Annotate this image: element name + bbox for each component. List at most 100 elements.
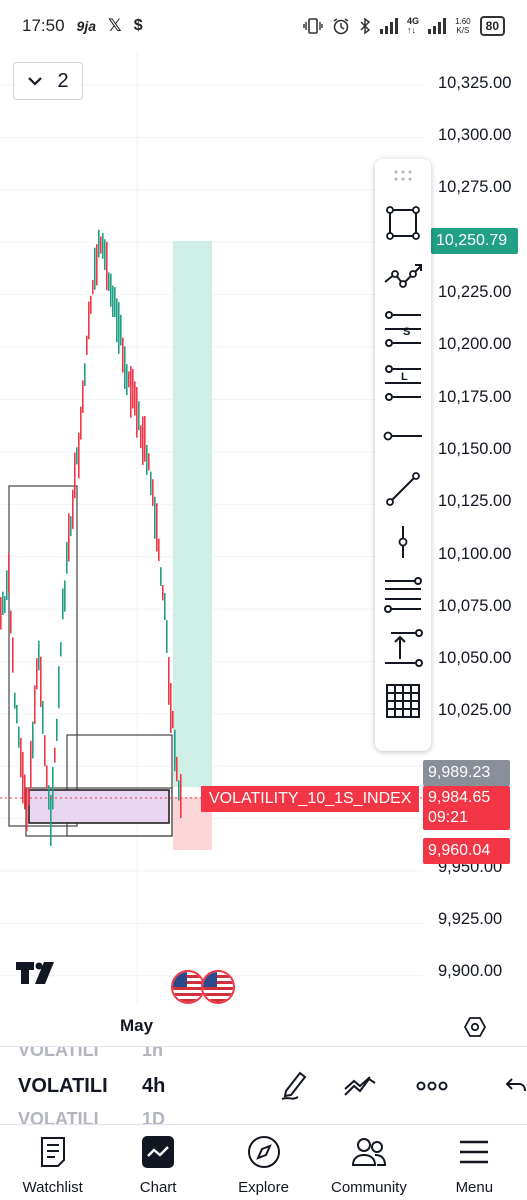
price-axis-label: 10,275.00 (438, 178, 512, 196)
tradingview-logo[interactable] (16, 962, 62, 984)
long-position-tool-button[interactable]: L (375, 357, 431, 409)
candle (6, 570, 8, 600)
brush-icon[interactable] (280, 1069, 308, 1103)
candle (104, 239, 106, 270)
candle (16, 704, 18, 724)
tab-menu[interactable]: Menu (422, 1125, 527, 1200)
candle (154, 496, 156, 539)
candle (2, 591, 4, 615)
tab-bar: Watchlist Chart Explore Community Menu (0, 1124, 527, 1200)
tab-label: Watchlist (22, 1179, 83, 1196)
time-axis-label: May (120, 1016, 154, 1035)
indicators-icon[interactable] (343, 1075, 377, 1099)
last-price-tag: 9,984.65 09:21 (423, 786, 510, 830)
price-axis-label: 10,200.00 (438, 335, 512, 353)
undo-icon[interactable] (504, 1075, 526, 1097)
tab-watchlist[interactable]: Watchlist (0, 1125, 105, 1200)
candle (166, 620, 168, 653)
horizontal-ray-tool-button[interactable] (375, 410, 431, 462)
status-bar: 17:50 9ja 𝕏 $ 4G ↑↓ 1.60 K/S 80 (0, 0, 527, 52)
bar-countdown: 09:21 (428, 809, 469, 826)
9ja-icon: 9ja (76, 18, 97, 34)
candle (86, 335, 88, 355)
price-axis-label: 10,100.00 (438, 545, 512, 563)
chart-area[interactable]: 2 10,325.00 10,300.00 10,275.00 10,225.0… (0, 52, 527, 1004)
symbol-interval-picker[interactable]: VOLATILI 1h VOLATILI 4h VOLATILI 1D (18, 1047, 178, 1124)
compass-icon (247, 1136, 280, 1168)
candle (26, 787, 28, 831)
stop-price-tag: 9,960.04 (423, 838, 510, 864)
settings-icon[interactable] (464, 1016, 486, 1038)
price-axis-label: 10,050.00 (438, 649, 512, 667)
candle (64, 580, 66, 612)
candle (106, 241, 108, 291)
candle (8, 554, 10, 593)
price-axis-label: 10,125.00 (438, 492, 512, 510)
parallel-channel-icon (384, 577, 422, 613)
candle (160, 567, 162, 586)
price-axis-label: 10,025.00 (438, 701, 512, 719)
short-position-icon: S (385, 311, 421, 347)
trend-line-tool-button[interactable] (375, 463, 431, 515)
candle (142, 416, 144, 465)
candle (34, 685, 36, 725)
entry-price-tag: 9,989.23 (423, 760, 510, 786)
target-price-tag: 10,250.79 (431, 228, 518, 254)
price-axis-label: 10,300.00 (438, 126, 512, 144)
interval-toggle-button[interactable]: 2 (13, 62, 83, 100)
grid-tool-button[interactable] (375, 675, 431, 727)
candle (176, 756, 178, 782)
symbol-option[interactable]: VOLATILI (18, 1109, 99, 1124)
symbol-tag: VOLATILITY_10_1S_INDEX (201, 786, 420, 812)
candle (92, 280, 94, 295)
price-axis-label: 10,225.00 (438, 283, 512, 301)
candle (46, 765, 48, 789)
price-range-icon (385, 629, 423, 667)
more-icon[interactable] (416, 1081, 448, 1091)
economic-events[interactable] (171, 970, 235, 1004)
long-position-icon: L (385, 365, 421, 401)
grid-icon (386, 684, 420, 718)
price-axis-label: 9,925.00 (438, 910, 503, 928)
candle (0, 596, 2, 630)
candle (74, 452, 76, 499)
interval-option[interactable]: 1h (142, 1047, 163, 1061)
candle (52, 766, 54, 810)
tab-community[interactable]: Community (316, 1125, 421, 1200)
symbol-selector[interactable]: VOLATILI (18, 1075, 108, 1098)
alarm-icon (333, 18, 349, 35)
candle (130, 366, 132, 418)
candle (170, 683, 172, 733)
bottom-toolbar: VOLATILI 1h VOLATILI 4h VOLATILI 1D (0, 1046, 527, 1124)
us-flag-icon[interactable] (201, 970, 235, 1004)
candle (80, 406, 82, 440)
candle (66, 541, 68, 574)
candle (62, 588, 64, 620)
candle (20, 737, 22, 778)
candle (128, 371, 130, 388)
price-axis-label: 10,175.00 (438, 388, 512, 406)
bluetooth-icon (360, 17, 371, 35)
interval-option[interactable]: 1D (142, 1109, 165, 1124)
candle (28, 788, 30, 806)
candle (114, 287, 116, 317)
path-tool-button[interactable] (375, 250, 431, 302)
candle (118, 302, 120, 354)
candle (32, 721, 34, 759)
short-position-tool-button[interactable]: S (375, 303, 431, 355)
candle (164, 593, 166, 621)
vertical-line-tool-button[interactable] (375, 516, 431, 568)
us-flag-icon[interactable] (171, 970, 205, 1004)
parallel-channel-tool-button[interactable] (375, 569, 431, 621)
rectangle-tool-button[interactable] (375, 197, 431, 249)
interval-selector[interactable]: 4h (142, 1075, 165, 1098)
symbol-option[interactable]: VOLATILI (18, 1047, 99, 1061)
price-range-tool-button[interactable] (375, 622, 431, 674)
candle (4, 596, 6, 614)
tab-explore[interactable]: Explore (211, 1125, 316, 1200)
candle (82, 380, 84, 413)
drag-handle-icon[interactable] (393, 169, 413, 183)
chevron-down-icon (28, 77, 43, 86)
tab-chart[interactable]: Chart (105, 1125, 210, 1200)
menu-icon (460, 1140, 489, 1164)
